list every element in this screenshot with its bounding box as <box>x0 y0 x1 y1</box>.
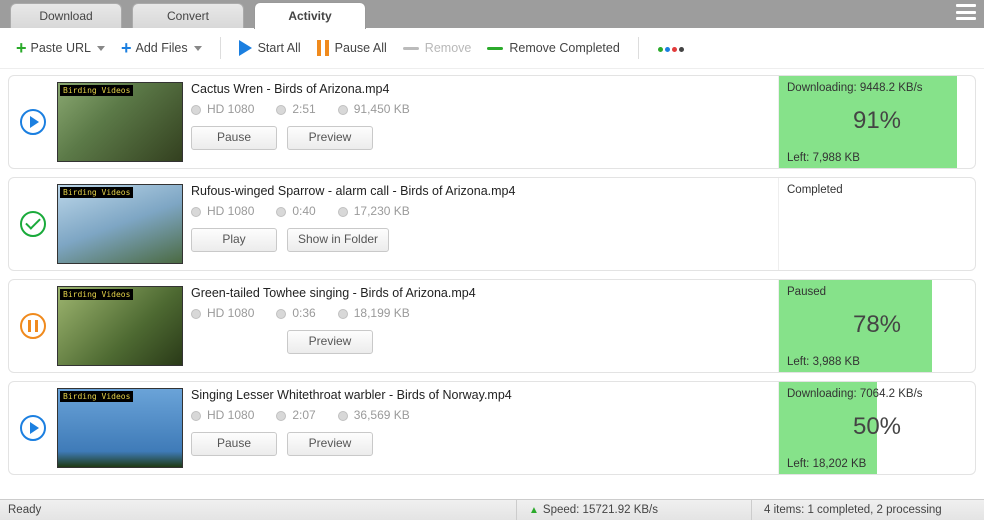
status-bar: Ready ▲ Speed: 15721.92 KB/s 4 items: 1 … <box>0 499 984 520</box>
list-item[interactable]: Birding Videos Cactus Wren - Birds of Ar… <box>8 75 976 169</box>
quality-label: HD 1080 <box>191 408 254 422</box>
duration-label: 2:51 <box>276 102 315 116</box>
watermark: Birding Videos <box>60 187 133 198</box>
size-label: 36,569 KB <box>338 408 410 422</box>
chevron-down-icon <box>97 46 105 51</box>
remove-completed-label: Remove Completed <box>509 41 619 55</box>
chevron-down-icon <box>194 46 202 51</box>
state-indicator <box>9 76 57 168</box>
remove-completed-button[interactable]: Remove Completed <box>481 34 625 62</box>
pause-button[interactable]: Pause <box>191 126 277 150</box>
item-title: Green-tailed Towhee singing - Birds of A… <box>191 286 770 300</box>
duration-label: 0:36 <box>276 306 315 320</box>
item-title: Singing Lesser Whitethroat warbler - Bir… <box>191 388 770 402</box>
status-panel: Paused 78% Left: 3,988 KB <box>778 280 975 372</box>
speed-label: Downloading: 7064.2 KB/s <box>787 388 967 400</box>
tab-bar: Download Convert Activity <box>0 0 984 28</box>
thumbnail: Birding Videos <box>57 184 183 264</box>
separator <box>638 37 639 59</box>
pause-button[interactable]: Pause <box>191 432 277 456</box>
plus-icon: + <box>16 39 27 57</box>
separator <box>220 37 221 59</box>
check-icon <box>20 211 46 237</box>
left-label: Left: 3,988 KB <box>787 356 967 370</box>
preview-button[interactable]: Preview <box>287 126 373 150</box>
toolbar: + Paste URL + Add Files Start All Pause … <box>0 28 984 69</box>
thumbnail: Birding Videos <box>57 82 183 162</box>
status-panel: Completed <box>778 178 975 270</box>
percent-label: 50% <box>787 400 967 458</box>
percent-label: 91% <box>787 94 967 152</box>
status-ready: Ready <box>8 500 53 520</box>
duration-label: 2:07 <box>276 408 315 422</box>
state-indicator <box>9 382 57 474</box>
thumbnail: Birding Videos <box>57 286 183 366</box>
pause-all-button[interactable]: Pause All <box>311 34 393 62</box>
status-summary: 4 items: 1 completed, 2 processing <box>751 500 976 520</box>
pause-icon <box>317 40 329 56</box>
play-button[interactable]: Play <box>191 228 277 252</box>
size-label: 17,230 KB <box>338 204 410 218</box>
quality-label: HD 1080 <box>191 102 254 116</box>
tab-convert[interactable]: Convert <box>132 3 244 28</box>
preview-button[interactable]: Preview <box>287 432 373 456</box>
play-icon <box>239 40 252 56</box>
status-panel: Downloading: 7064.2 KB/s 50% Left: 18,20… <box>778 382 975 474</box>
dash-icon <box>403 47 419 50</box>
left-label: Left: 18,202 KB <box>787 458 967 472</box>
remove-button[interactable]: Remove <box>397 34 478 62</box>
play-icon <box>20 415 46 441</box>
speed-label: Downloading: 9448.2 KB/s <box>787 82 967 94</box>
status-label: Paused <box>787 286 967 298</box>
status-speed: ▲ Speed: 15721.92 KB/s <box>516 500 751 520</box>
remove-label: Remove <box>425 41 472 55</box>
status-panel: Downloading: 9448.2 KB/s 91% Left: 7,988… <box>778 76 975 168</box>
list-item[interactable]: Birding Videos Singing Lesser Whitethroa… <box>8 381 976 475</box>
quality-label: HD 1080 <box>191 306 254 320</box>
pause-icon <box>20 313 46 339</box>
dots-icon <box>657 41 685 55</box>
tab-activity[interactable]: Activity <box>254 2 366 29</box>
item-title: Cactus Wren - Birds of Arizona.mp4 <box>191 82 770 96</box>
play-icon <box>20 109 46 135</box>
thumbnail: Birding Videos <box>57 388 183 468</box>
pause-all-label: Pause All <box>335 41 387 55</box>
status-label: Completed <box>787 184 967 196</box>
start-all-label: Start All <box>258 41 301 55</box>
paste-url-label: Paste URL <box>31 41 91 55</box>
add-files-label: Add Files <box>135 41 187 55</box>
state-indicator <box>9 178 57 270</box>
quality-label: HD 1080 <box>191 204 254 218</box>
show-in-folder-button[interactable]: Show in Folder <box>287 228 389 252</box>
tab-download[interactable]: Download <box>10 3 122 28</box>
watermark: Birding Videos <box>60 391 133 402</box>
more-actions-button[interactable] <box>651 34 691 62</box>
list-item[interactable]: Birding Videos Green-tailed Towhee singi… <box>8 279 976 373</box>
start-all-button[interactable]: Start All <box>233 34 307 62</box>
dash-icon <box>487 47 503 50</box>
watermark: Birding Videos <box>60 289 133 300</box>
menu-icon[interactable] <box>956 4 976 20</box>
item-title: Rufous-winged Sparrow - alarm call - Bir… <box>191 184 770 198</box>
duration-label: 0:40 <box>276 204 315 218</box>
plus-icon: + <box>121 39 132 57</box>
download-list: Birding Videos Cactus Wren - Birds of Ar… <box>0 69 984 513</box>
size-label: 91,450 KB <box>338 102 410 116</box>
size-label: 18,199 KB <box>338 306 410 320</box>
left-label: Left: 7,988 KB <box>787 152 967 166</box>
state-indicator <box>9 280 57 372</box>
watermark: Birding Videos <box>60 85 133 96</box>
add-files-button[interactable]: + Add Files <box>115 34 208 62</box>
list-item[interactable]: Birding Videos Rufous-winged Sparrow - a… <box>8 177 976 271</box>
preview-button[interactable]: Preview <box>287 330 373 354</box>
percent-label: 78% <box>787 298 967 356</box>
paste-url-button[interactable]: + Paste URL <box>10 34 111 62</box>
